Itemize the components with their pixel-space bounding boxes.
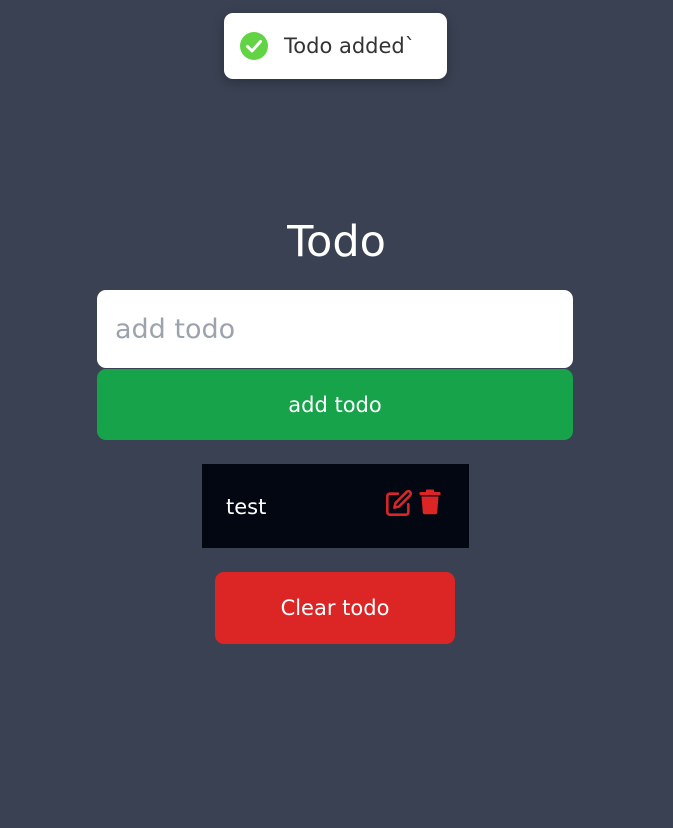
todo-list-item: test (202, 464, 469, 548)
toast-notification: Todo added` (224, 13, 447, 79)
toast-message: Todo added` (284, 34, 416, 58)
edit-icon (385, 489, 413, 520)
todo-input[interactable] (97, 290, 573, 368)
todo-item-text: test (226, 495, 267, 519)
delete-todo-button[interactable] (419, 489, 441, 518)
page-title: Todo (287, 217, 386, 267)
check-circle-icon (239, 31, 269, 61)
clear-todo-button[interactable]: Clear todo (215, 572, 455, 644)
trash-icon (419, 489, 441, 518)
edit-todo-button[interactable] (385, 489, 413, 520)
add-todo-button[interactable]: add todo (97, 369, 573, 440)
